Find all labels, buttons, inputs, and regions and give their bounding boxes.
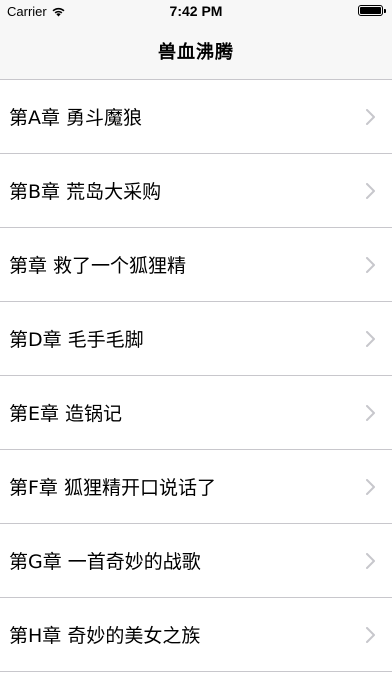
page-title: 兽血沸腾 xyxy=(158,42,234,63)
chapter-title: 第D章 毛手毛脚 xyxy=(9,329,144,351)
battery-fill xyxy=(360,7,381,14)
chapter-row[interactable]: 第A章 勇斗魔狼 xyxy=(0,80,392,154)
chapter-row[interactable]: 第G章 一首奇妙的战歌 xyxy=(0,524,392,598)
chapter-row[interactable]: 第F章 狐狸精开口说话了 xyxy=(0,450,392,524)
chapter-title: 第F章 狐狸精开口说话了 xyxy=(9,477,216,499)
chapter-row[interactable]: 第E章 造锅记 xyxy=(0,376,392,450)
chapter-row[interactable]: 第章 救了一个狐狸精 xyxy=(0,228,392,302)
chapter-row[interactable]: 第B章 荒岛大采购 xyxy=(0,154,392,228)
status-bar: Carrier 7:42 PM xyxy=(0,0,392,22)
navigation-bar: Carrier 7:42 PM 兽血沸腾 xyxy=(0,0,392,80)
chapter-title: 第G章 一首奇妙的战歌 xyxy=(9,551,201,573)
chapter-title: 第H章 奇妙的美女之族 xyxy=(9,625,201,647)
battery-nub xyxy=(384,9,386,13)
chapter-title: 第A章 勇斗魔狼 xyxy=(9,107,143,129)
chevron-right-icon xyxy=(366,478,375,495)
chapter-title: 第E章 造锅记 xyxy=(9,403,123,425)
chapter-title: 第B章 荒岛大采购 xyxy=(9,181,162,203)
chevron-right-icon xyxy=(366,626,375,643)
chapter-title: 第章 救了一个狐狸精 xyxy=(9,255,187,277)
battery-icon xyxy=(358,5,386,16)
chapter-list: 第A章 勇斗魔狼 第B章 荒岛大采购 第章 救了一个狐狸精 第D章 毛手毛脚 第… xyxy=(0,80,392,672)
chevron-right-icon xyxy=(366,182,375,199)
chapter-row[interactable]: 第H章 奇妙的美女之族 xyxy=(0,598,392,672)
status-time: 7:42 PM xyxy=(169,3,223,19)
chevron-right-icon xyxy=(366,330,375,347)
chevron-right-icon xyxy=(366,256,375,273)
chapter-row[interactable]: 第D章 毛手毛脚 xyxy=(0,302,392,376)
screen: Carrier 7:42 PM 兽血沸腾 第A章 勇斗魔狼 第B章 荒岛大采购 xyxy=(0,0,392,696)
chevron-right-icon xyxy=(366,404,375,421)
chevron-right-icon xyxy=(366,552,375,569)
chevron-right-icon xyxy=(366,108,375,125)
